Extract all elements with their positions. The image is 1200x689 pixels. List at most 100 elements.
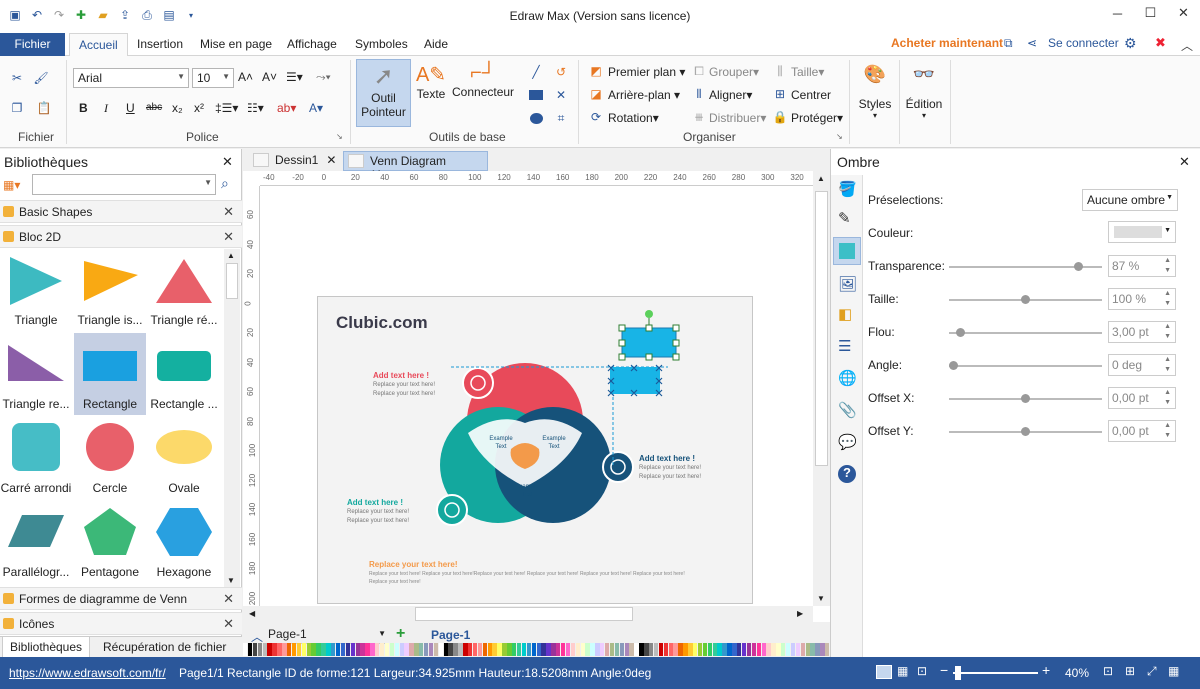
- prop-slider[interactable]: [949, 394, 1102, 403]
- strikethrough-icon[interactable]: abc: [146, 102, 162, 113]
- palette-swatch[interactable]: [355, 643, 360, 656]
- palette-swatch[interactable]: [448, 643, 453, 656]
- layers-icon[interactable]: ◧: [838, 305, 852, 323]
- spacing-icon[interactable]: ‡☰▾: [215, 101, 238, 115]
- prop-slider[interactable]: [949, 361, 1102, 370]
- palette-swatch[interactable]: [761, 643, 766, 656]
- website-link[interactable]: https://www.edrawsoft.com/fr/: [9, 666, 166, 680]
- palette-swatch[interactable]: [316, 643, 321, 656]
- palette-swatch[interactable]: [287, 643, 292, 656]
- center-button[interactable]: Centrer: [791, 88, 831, 102]
- palette-swatch[interactable]: [492, 643, 497, 656]
- palette-swatch[interactable]: [551, 643, 556, 656]
- line-style-icon[interactable]: ✎: [838, 209, 851, 227]
- search-icon[interactable]: ⌕: [221, 175, 229, 192]
- palette-swatch[interactable]: [766, 643, 771, 656]
- palette-swatch[interactable]: [590, 643, 595, 656]
- send-back-button[interactable]: Arrière-plan ▾: [608, 88, 680, 102]
- font-family-select[interactable]: Arial ▼: [73, 68, 189, 88]
- tab-help[interactable]: Aide: [415, 33, 457, 56]
- italic-icon[interactable]: I: [104, 101, 108, 116]
- line-tool-icon[interactable]: ╱: [527, 64, 545, 80]
- palette-swatch[interactable]: [810, 643, 815, 656]
- palette-swatch[interactable]: [512, 643, 517, 656]
- page-view-icon[interactable]: [876, 665, 892, 679]
- cut-icon[interactable]: ✂: [9, 70, 25, 86]
- format-painter-icon[interactable]: 🖌: [33, 70, 49, 86]
- palette-swatch[interactable]: [781, 643, 786, 656]
- font-color-icon[interactable]: A▾: [309, 101, 323, 115]
- palette-swatch[interactable]: [693, 643, 698, 656]
- bullets-icon[interactable]: ☷▾: [247, 101, 264, 115]
- distribute-button[interactable]: Distribuer▾: [709, 111, 766, 125]
- palette-swatch[interactable]: [649, 643, 654, 656]
- palette-swatch[interactable]: [629, 643, 634, 656]
- palette-swatch[interactable]: [277, 643, 282, 656]
- palette-swatch[interactable]: [516, 643, 522, 656]
- plugin-icon[interactable]: ✖: [1155, 35, 1166, 51]
- bold-icon[interactable]: B: [79, 101, 88, 115]
- library-basic-shapes[interactable]: Basic Shapes ✕: [0, 200, 242, 223]
- crop-tool-icon[interactable]: ⌗: [552, 110, 570, 126]
- prop-spinner[interactable]: 87 % ▲ ▼: [1108, 255, 1176, 277]
- doc-tab-dessin1[interactable]: Dessin1 ✕: [249, 151, 336, 171]
- palette-swatch[interactable]: [653, 643, 659, 656]
- palette-swatch[interactable]: [585, 643, 590, 656]
- palette-swatch[interactable]: [614, 643, 620, 656]
- library-venn[interactable]: Formes de diagramme de Venn ✕: [0, 587, 242, 610]
- palette-swatch[interactable]: [619, 643, 625, 656]
- palette-swatch[interactable]: [252, 643, 258, 656]
- rotation-button[interactable]: Rotation▾: [608, 111, 659, 125]
- page-tab-1[interactable]: Page-1: [431, 628, 470, 642]
- styles-button[interactable]: 🎨 Styles ▾: [855, 64, 895, 134]
- shape-rectangle[interactable]: Rectangle: [74, 333, 146, 415]
- palette-swatch[interactable]: [609, 643, 615, 656]
- spinner-arrows-icon[interactable]: ▲ ▼: [1164, 289, 1171, 309]
- rotate-handle[interactable]: [645, 310, 653, 318]
- add-text-navy[interactable]: Add text here !: [639, 454, 695, 463]
- shape-pentagon[interactable]: Pentagone: [74, 501, 146, 583]
- subscript-icon[interactable]: x₂: [172, 101, 183, 115]
- bring-front-button[interactable]: Premier plan ▾: [608, 65, 685, 79]
- fit-width-icon[interactable]: ⊞: [1125, 664, 1135, 678]
- highlight-icon[interactable]: ab▾: [277, 101, 296, 115]
- close-icon[interactable]: ✕: [223, 616, 234, 632]
- close-icon[interactable]: ✕: [223, 591, 234, 607]
- prop-slider[interactable]: [949, 328, 1102, 337]
- line-spacing-icon[interactable]: ⤳▾: [316, 70, 331, 85]
- palette-swatch[interactable]: [433, 643, 439, 656]
- image-icon[interactable]: 🖼: [838, 275, 857, 293]
- palette-swatch[interactable]: [243, 643, 248, 656]
- spinner-arrows-icon[interactable]: ▲ ▼: [1164, 322, 1171, 342]
- palette-swatch[interactable]: [291, 643, 297, 656]
- palette-swatch[interactable]: [375, 643, 380, 656]
- example-text-bottom[interactable]: Example Text: [510, 483, 544, 499]
- palette-swatch[interactable]: [345, 643, 351, 656]
- palette-swatch[interactable]: [507, 643, 512, 656]
- zoom-out-icon[interactable]: −: [940, 662, 948, 678]
- pointer-tool-button[interactable]: ➚ Outil Pointeur: [356, 59, 411, 127]
- zoom-level[interactable]: 40%: [1065, 666, 1089, 680]
- copy-icon[interactable]: ❐: [9, 100, 25, 116]
- zoom-slider-knob[interactable]: [955, 666, 961, 680]
- drawing-page[interactable]: Clubic.com Add text here ! Replace your …: [317, 296, 753, 604]
- prop-slider[interactable]: [949, 295, 1102, 304]
- slider-knob[interactable]: [1021, 295, 1030, 304]
- group-button[interactable]: Grouper▾: [709, 65, 759, 79]
- shrink-font-icon[interactable]: A˅: [262, 70, 277, 84]
- secondary-rectangle[interactable]: [610, 367, 660, 394]
- tab-home[interactable]: Accueil: [69, 33, 128, 57]
- palette-swatch[interactable]: [468, 643, 473, 656]
- palette-swatch[interactable]: [727, 643, 732, 656]
- library-search-input[interactable]: ▼: [32, 174, 216, 195]
- maximize-icon[interactable]: ☐: [1134, 0, 1167, 26]
- shape-right-triangle[interactable]: Triangle ré...: [148, 249, 220, 331]
- palette-swatch[interactable]: [453, 643, 458, 656]
- palette-swatch[interactable]: [419, 643, 424, 656]
- tab-file[interactable]: Fichier: [0, 33, 65, 56]
- palette-swatch[interactable]: [634, 643, 639, 656]
- connector-tool-button[interactable]: ⌐┘ Connecteur: [452, 59, 514, 127]
- underline-icon[interactable]: U: [126, 101, 135, 115]
- example-text-right[interactable]: Example Text: [537, 435, 571, 451]
- palette-swatch[interactable]: [482, 643, 488, 656]
